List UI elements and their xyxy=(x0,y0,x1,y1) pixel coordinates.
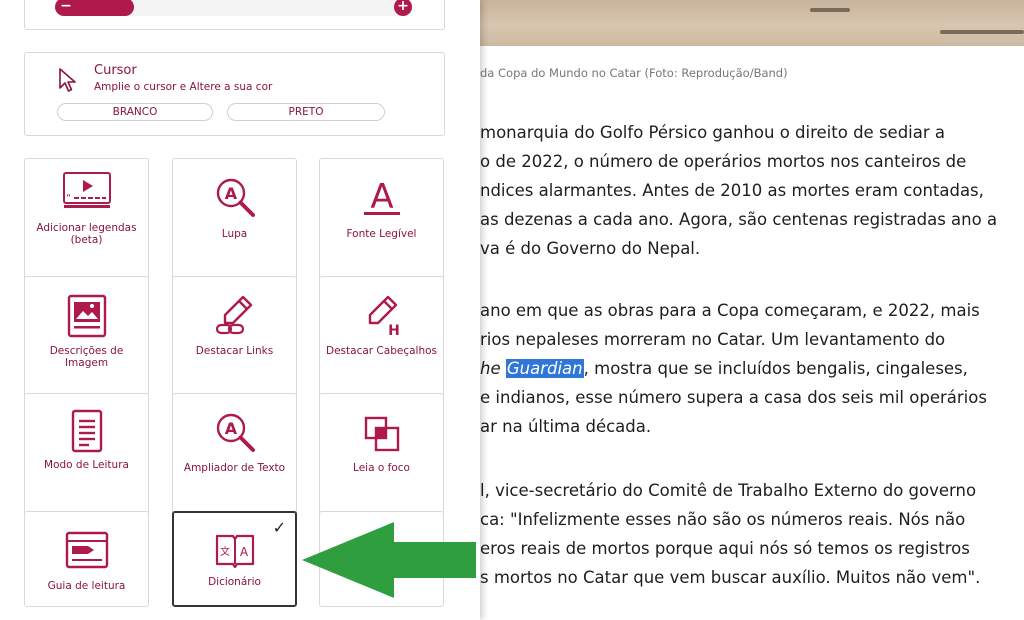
focus-icon xyxy=(364,416,399,452)
captions-icon: “ xyxy=(62,172,111,208)
svg-text:A: A xyxy=(370,177,393,217)
article-image xyxy=(480,0,1024,46)
size-slider[interactable] xyxy=(55,0,413,16)
link-pencil-icon xyxy=(215,295,252,335)
tile-label: Adicionar legendas (beta) xyxy=(36,222,137,246)
text-line: ano em que as obras para a Copa começara… xyxy=(480,301,980,320)
tile-focus[interactable]: Leia o foco xyxy=(319,393,444,517)
text-line: s mortos no Catar que vem buscar auxílio… xyxy=(480,568,981,587)
tile-text-magnifier[interactable]: A Ampliador de Texto xyxy=(172,393,297,517)
image-detail xyxy=(810,8,850,12)
text-line: o de 2022, o número de operários mortos … xyxy=(480,152,967,171)
tile-label: Destacar Cabeçalhos xyxy=(326,345,437,357)
cursor-black-button[interactable]: PRETO xyxy=(227,103,385,121)
annotation-arrow-icon xyxy=(302,522,476,598)
tile-label: Modo de Leitura xyxy=(44,459,129,471)
text-span: , mostra que se incluídos bengalis, cing… xyxy=(583,359,968,378)
italic-text: he xyxy=(480,359,506,378)
selected-text[interactable]: Guardian xyxy=(505,359,584,378)
svg-text:H: H xyxy=(388,323,400,337)
svg-text:A: A xyxy=(224,419,237,438)
tile-image-descriptions[interactable]: Descrições de Imagem xyxy=(24,276,149,400)
tile-readable-font[interactable]: A Fonte Legível xyxy=(319,158,444,282)
tile-label: Lupa xyxy=(221,228,248,240)
article-paragraph: monarquia do Golfo Pérsico ganhou o dire… xyxy=(480,118,997,263)
cursor-subtitle: Amplie o cursor e Altere a sua cor xyxy=(94,81,273,93)
article-paragraph: ano em que as obras para a Copa começara… xyxy=(480,296,987,441)
image-icon xyxy=(67,294,106,338)
text-line: va é do Governo do Nepal. xyxy=(480,239,701,258)
text-line: e indianos, esse número supera a casa do… xyxy=(480,388,987,407)
text-line: rios nepaleses morreram no Catar. Um lev… xyxy=(480,330,946,349)
text-magnifier-icon: A xyxy=(216,413,255,452)
header-pencil-icon: H xyxy=(368,295,400,337)
image-detail xyxy=(940,30,1024,34)
text-line: he Guardian, mostra que se incluídos ben… xyxy=(480,354,987,383)
tile-highlight-headers[interactable]: H Destacar Cabeçalhos xyxy=(319,276,444,400)
cursor-arrow-icon xyxy=(59,68,76,92)
text-line: eros reais de mortos porque aqui nós só … xyxy=(480,539,970,558)
cursor-white-button[interactable]: BRANCO xyxy=(57,103,213,121)
cursor-title: Cursor xyxy=(94,63,137,78)
magnifier-icon: A xyxy=(216,178,255,217)
svg-text:“: “ xyxy=(66,193,71,204)
tile-highlight-links[interactable]: Destacar Links xyxy=(172,276,297,400)
svg-text:A: A xyxy=(239,545,248,559)
tile-label: Leia o foco xyxy=(353,462,410,474)
tile-label: Fonte Legível xyxy=(346,228,417,240)
tile-label: Dicionário xyxy=(208,576,261,588)
document-icon xyxy=(71,409,102,453)
text-line: ca: "Infelizmente esses não são os númer… xyxy=(480,510,966,529)
text-line: ndices alarmantes. Antes de 2010 as mort… xyxy=(480,181,984,200)
text-line: as dezenas a cada ano. Agora, são centen… xyxy=(480,210,998,229)
text-line: monarquia do Golfo Pérsico ganhou o dire… xyxy=(480,123,946,142)
tile-reading-guide[interactable]: Guia de leitura xyxy=(24,511,149,607)
tile-magnifier[interactable]: A Lupa xyxy=(172,158,297,282)
tile-label: Guia de leitura xyxy=(47,580,126,592)
tile-add-captions[interactable]: “ Adicionar legendas (beta) xyxy=(24,158,149,282)
tile-label: Descrições de Imagem xyxy=(49,345,124,369)
cursor-card: Cursor Amplie o cursor e Altere a sua co… xyxy=(24,52,445,136)
text-line: ar na última década. xyxy=(480,417,652,436)
text-line: l, vice-secretário do Comitê de Trabalho… xyxy=(480,481,977,500)
dictionary-book-icon: 文 A xyxy=(215,534,254,569)
article-area: da Copa do Mundo no Catar (Foto: Reprodu… xyxy=(480,0,1024,620)
tile-label: Ampliador de Texto xyxy=(183,462,286,474)
tile-label: Destacar Links xyxy=(195,345,274,357)
tile-dictionary[interactable]: ✓ 文 A Dicionário xyxy=(172,511,297,607)
checkmark-icon: ✓ xyxy=(272,518,286,537)
article-paragraph: l, vice-secretário do Comitê de Trabalho… xyxy=(480,476,980,592)
tile-reading-mode[interactable]: Modo de Leitura xyxy=(24,393,149,517)
image-caption: da Copa do Mundo no Catar (Foto: Reprodu… xyxy=(480,66,788,80)
svg-text:文: 文 xyxy=(220,545,230,558)
size-slider-card: − + xyxy=(24,0,445,30)
svg-text:A: A xyxy=(224,184,237,203)
font-icon: A xyxy=(363,177,400,217)
reading-guide-icon xyxy=(65,531,108,569)
